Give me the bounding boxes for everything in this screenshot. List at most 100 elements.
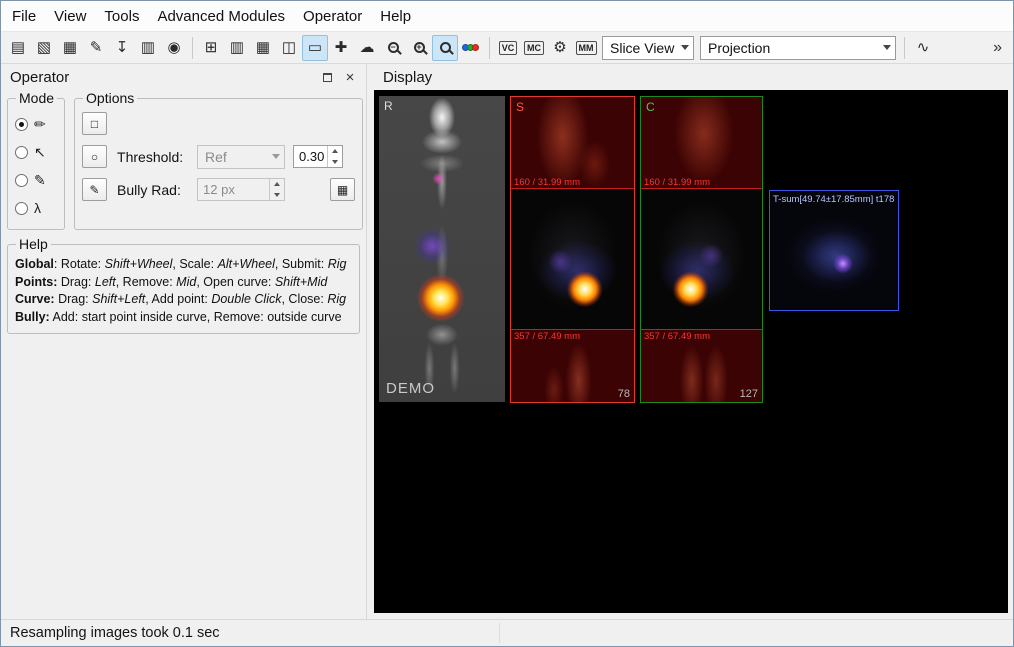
close-panel-button[interactable]: × <box>343 70 357 85</box>
roi-square-button[interactable]: □ <box>82 112 108 135</box>
vc-icon-text: VC <box>498 40 518 55</box>
dock-splitter[interactable] <box>367 64 374 619</box>
cloud-icon[interactable]: ☁ <box>354 35 380 61</box>
slab-bottom-measure: 357 / 67.49 mm <box>514 331 581 342</box>
layers-icon[interactable]: ▤ <box>5 35 31 61</box>
volume-icon[interactable]: ▧ <box>31 35 57 61</box>
options-groupbox: Options □ ○ Threshold: Ref 0.30 ✎ Bully … <box>74 90 364 230</box>
mode-draw-icon: ✏ <box>34 115 46 132</box>
roi-circle-button[interactable]: ○ <box>82 145 108 168</box>
help-text-segment: Curve: <box>15 292 55 306</box>
zoom-out-icon[interactable]: − <box>380 35 406 61</box>
menu-tools[interactable]: Tools <box>95 1 148 31</box>
spin-down-icon[interactable] <box>270 190 284 201</box>
spin-up-icon[interactable] <box>328 146 342 157</box>
help-line: Curve: Drag: Shift+Left, Add point: Doub… <box>15 291 352 309</box>
curve-tool-icon-glyph: ∿ <box>916 39 930 56</box>
help-text-segment: Shift+Mid <box>274 274 328 289</box>
spin-up-icon[interactable] <box>270 179 284 190</box>
help-text-segment: Rig <box>327 257 347 271</box>
mode-curve[interactable]: ✎ <box>15 166 57 194</box>
menu-operator[interactable]: Operator <box>294 1 371 31</box>
mode-draw[interactable]: ✏ <box>15 110 57 138</box>
tsum-label: T-sum[49.74±17.85mm] t178 <box>773 194 895 205</box>
bully-rad-spin-buttons <box>269 179 284 200</box>
export-icon[interactable]: ↧ <box>109 35 135 61</box>
radio-button[interactable] <box>15 201 28 215</box>
slice-number: 78 <box>617 388 630 400</box>
radio-button[interactable] <box>15 145 28 159</box>
magnifier-icon[interactable] <box>432 34 458 61</box>
mode-bully[interactable]: λ <box>15 194 57 222</box>
slab-top-measure: 160 / 31.99 mm <box>644 177 711 188</box>
mode-move[interactable]: ↖ <box>15 138 57 166</box>
display-canvas[interactable]: R DEMO S 160 / 31.99 mm 357 / 67.49 mm 7… <box>374 90 1008 613</box>
pick-tool-button[interactable]: ✎ <box>82 178 108 201</box>
magnifier-sign: + <box>416 42 422 52</box>
projection-combo-value: Projection <box>708 39 771 56</box>
display-panel-titlebar[interactable]: Display <box>374 64 1008 90</box>
sagittal-view[interactable]: S 160 / 31.99 mm 357 / 67.49 mm 78 <box>510 96 635 403</box>
layout-2x2-icon[interactable]: ⊞ <box>198 35 224 61</box>
threshold-ref-combo[interactable]: Ref <box>197 144 286 169</box>
bully-rad-label: Bully Rad: <box>117 181 181 198</box>
menu-view[interactable]: View <box>45 1 95 31</box>
float-panel-button[interactable] <box>320 71 334 83</box>
help-text-segment: , Close: <box>281 292 328 306</box>
export-icon-glyph: ↧ <box>115 39 129 56</box>
menu-advanced-modules[interactable]: Advanced Modules <box>148 1 294 31</box>
operator-panel-titlebar[interactable]: Operator × <box>1 64 366 90</box>
registration-gear-icon[interactable]: ⚙ <box>547 35 573 61</box>
zoom-in-icon[interactable]: + <box>406 35 432 61</box>
help-text-segment: Double Click <box>211 292 282 306</box>
curve-tool-icon[interactable]: ∿ <box>910 35 936 61</box>
table-button[interactable]: ▦ <box>330 178 356 201</box>
bully-rad-spinbox[interactable]: 12 px <box>197 178 286 201</box>
magnifier-glass: + <box>413 42 425 53</box>
axial-view[interactable]: T-sum[49.74±17.85mm] t178 <box>769 190 899 311</box>
slab-top-measure: 160 / 31.99 mm <box>514 177 581 188</box>
coronal-view[interactable]: C 160 / 31.99 mm 357 / 67.49 mm 127 <box>640 96 763 403</box>
help-line: Bully: Add: start point inside curve, Re… <box>15 309 352 327</box>
mm-icon[interactable]: MM <box>573 35 599 61</box>
crosshair-icon[interactable]: ✚ <box>328 35 354 61</box>
slice-number: 127 <box>739 388 758 400</box>
radio-button[interactable] <box>15 117 28 131</box>
spin-down-icon[interactable] <box>328 157 342 168</box>
mode-groupbox: Mode ✏ ↖ ✎ λ <box>7 90 66 230</box>
menu-file[interactable]: File <box>3 1 45 31</box>
layout-single-icon[interactable]: ▭ <box>302 34 328 61</box>
vc-icon[interactable]: VC <box>495 35 521 61</box>
radio-button[interactable] <box>15 173 28 187</box>
mip-view[interactable]: R DEMO <box>379 96 505 402</box>
help-text-segment: Shift+Left <box>92 292 146 306</box>
projection-combo[interactable]: Projection <box>700 35 896 60</box>
layout-single-icon-glyph: ▭ <box>307 39 323 56</box>
mode-bully-icon: λ <box>34 200 41 216</box>
help-text-segment: : Rotate: <box>53 257 105 271</box>
help-lines: Global: Rotate: Shift+Wheel, Scale: Alt+… <box>15 256 352 326</box>
layout-grid-icon[interactable]: ▦ <box>250 35 276 61</box>
slice-view-combo[interactable]: Slice View <box>602 35 694 60</box>
float-icon <box>322 72 332 82</box>
surfaces-icon[interactable]: ▦ <box>57 35 83 61</box>
threshold-label: Threshold: <box>117 148 184 165</box>
menu-help[interactable]: Help <box>371 1 420 31</box>
help-text-segment: , Remove: <box>115 274 177 289</box>
main-area: Operator × Mode ✏ ↖ ✎ λ Options □ ○ Thre… <box>1 64 1013 619</box>
magnifier-sign: − <box>390 42 396 52</box>
colors-icon[interactable] <box>458 35 484 61</box>
toolbar-overflow-chevron[interactable]: » <box>986 39 1009 57</box>
layout-columns-icon[interactable]: ▥ <box>224 35 250 61</box>
display-panel-title: Display <box>383 68 433 86</box>
help-text-segment: Points: <box>15 274 58 289</box>
status-divider <box>499 623 500 643</box>
threshold-spinbox[interactable]: 0.30 <box>293 145 344 168</box>
help-text-segment: , Add point: <box>145 292 212 306</box>
layout-split-icon[interactable]: ◫ <box>276 35 302 61</box>
mc-icon[interactable]: MC <box>521 35 547 61</box>
pen-tool-icon[interactable]: ✎ <box>83 35 109 61</box>
camera-icon[interactable]: ◉ <box>161 35 187 61</box>
toolbar-separator <box>489 36 490 59</box>
film-icon[interactable]: ▥ <box>135 35 161 61</box>
